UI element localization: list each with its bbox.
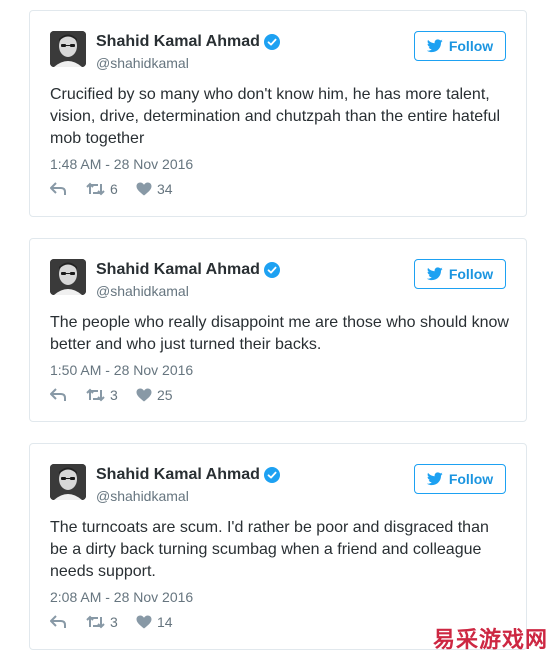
like-button[interactable]: 25 [136, 387, 186, 403]
follow-button[interactable]: Follow [414, 259, 506, 289]
tweet-actions: 3 25 [50, 387, 186, 403]
like-button[interactable]: 34 [136, 181, 186, 197]
tweet-text: Crucified by so many who don't know him,… [50, 86, 501, 147]
retweet-count: 3 [110, 614, 118, 630]
tweet-timestamp[interactable]: 1:48 AM - 28 Nov 2016 [50, 155, 193, 173]
verified-badge-icon [263, 467, 280, 483]
author-handle[interactable]: @shahidkamal [96, 54, 189, 72]
avatar[interactable] [50, 31, 86, 67]
retweet-button[interactable]: 3 [86, 387, 136, 403]
follow-button[interactable]: Follow [414, 31, 506, 61]
tweet-card: Shahid Kamal Ahmad @shahidkamal Follow T… [29, 443, 527, 650]
heart-icon [136, 182, 152, 196]
follow-label: Follow [448, 471, 494, 487]
retweet-icon [86, 182, 105, 196]
tweet-card: Shahid Kamal Ahmad @shahidkamal Follow C… [29, 10, 527, 217]
follow-label: Follow [448, 266, 494, 282]
tweet-text: The turncoats are scum. I'd rather be po… [50, 519, 489, 580]
author-row: Shahid Kamal Ahmad [96, 32, 280, 52]
site-watermark: 易采游戏网 [432, 627, 548, 653]
author-name[interactable]: Shahid Kamal Ahmad [96, 260, 260, 280]
twitter-bird-icon [426, 472, 443, 486]
twitter-bird-icon [426, 267, 443, 281]
author-name[interactable]: Shahid Kamal Ahmad [96, 32, 260, 52]
heart-icon [136, 388, 152, 402]
verified-badge-icon [263, 262, 280, 278]
tweet-timestamp[interactable]: 2:08 AM - 28 Nov 2016 [50, 588, 193, 606]
author-name[interactable]: Shahid Kamal Ahmad [96, 465, 260, 485]
retweet-button[interactable]: 3 [86, 614, 136, 630]
avatar[interactable] [50, 259, 86, 295]
tweet-card: Shahid Kamal Ahmad @shahidkamal Follow T… [29, 238, 527, 422]
tweet-actions: 6 34 [50, 181, 186, 197]
tweet-actions: 3 14 [50, 614, 186, 630]
author-row: Shahid Kamal Ahmad [96, 465, 280, 485]
reply-button[interactable] [50, 615, 86, 629]
author-row: Shahid Kamal Ahmad [96, 260, 280, 280]
like-count: 25 [157, 387, 173, 403]
retweet-icon [86, 615, 105, 629]
reply-icon [50, 182, 67, 196]
reply-button[interactable] [50, 182, 86, 196]
like-count: 14 [157, 614, 173, 630]
like-button[interactable]: 14 [136, 614, 186, 630]
follow-button[interactable]: Follow [414, 464, 506, 494]
author-handle[interactable]: @shahidkamal [96, 282, 189, 300]
follow-label: Follow [448, 38, 494, 54]
tweet-timestamp[interactable]: 1:50 AM - 28 Nov 2016 [50, 361, 193, 379]
reply-icon [50, 388, 67, 402]
retweet-count: 6 [110, 181, 118, 197]
verified-badge-icon [263, 34, 280, 50]
heart-icon [136, 615, 152, 629]
reply-button[interactable] [50, 388, 86, 402]
author-handle[interactable]: @shahidkamal [96, 487, 189, 505]
avatar[interactable] [50, 464, 86, 500]
reply-icon [50, 615, 67, 629]
twitter-bird-icon [426, 39, 443, 53]
tweet-text: The people who really disappoint me are … [50, 314, 509, 353]
like-count: 34 [157, 181, 173, 197]
retweet-icon [86, 388, 105, 402]
retweet-count: 3 [110, 387, 118, 403]
retweet-button[interactable]: 6 [86, 181, 136, 197]
